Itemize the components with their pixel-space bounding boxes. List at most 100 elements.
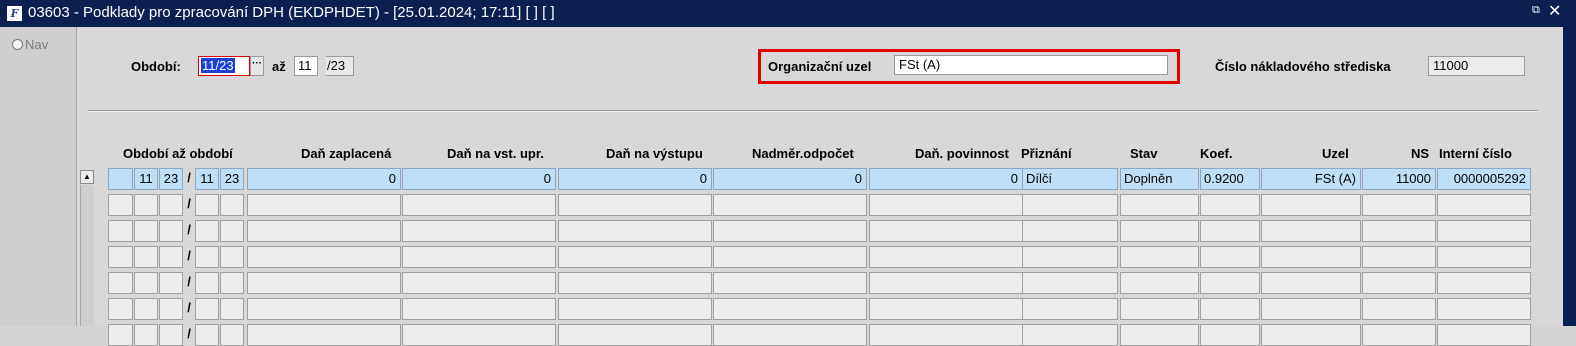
scrollbar-track[interactable] [80,185,94,326]
table-cell[interactable] [1437,220,1531,242]
table-cell[interactable] [159,272,183,294]
table-cell[interactable] [134,324,158,346]
table-cell[interactable] [558,246,712,268]
table-cell[interactable] [159,220,183,242]
table-cell[interactable] [195,246,219,268]
cell-od-mesic[interactable]: 11 [134,168,158,190]
table-cell[interactable] [402,298,556,320]
table-cell[interactable] [869,324,1023,346]
table-cell[interactable] [220,324,244,346]
table-cell[interactable] [1200,324,1260,346]
table-cell[interactable] [1120,324,1199,346]
table-cell[interactable] [1120,220,1199,242]
table-cell[interactable] [1362,220,1436,242]
table-cell[interactable] [247,298,401,320]
table-cell[interactable] [247,220,401,242]
table-cell[interactable] [1200,246,1260,268]
table-cell[interactable] [558,324,712,346]
table-cell[interactable] [1261,272,1361,294]
restore-icon[interactable]: ⧉ [1532,4,1540,17]
table-cell[interactable] [134,272,158,294]
table-cell[interactable] [1362,324,1436,346]
table-cell[interactable] [134,298,158,320]
table-cell[interactable] [159,324,183,346]
obdobi-lov-button[interactable]: ··· [250,56,264,76]
table-cell[interactable] [195,272,219,294]
table-cell[interactable] [159,246,183,268]
az-year-field[interactable]: /23 [326,56,354,76]
table-cell[interactable] [402,220,556,242]
table-cell[interactable] [1437,194,1531,216]
cell-od-rok[interactable]: 23 [159,168,183,190]
table-cell[interactable] [402,272,556,294]
table-cell[interactable] [1261,220,1361,242]
table-cell[interactable] [159,194,183,216]
table-cell[interactable] [1120,194,1199,216]
table-cell[interactable] [402,194,556,216]
nav-radio-icon[interactable] [12,39,23,50]
table-cell[interactable] [558,194,712,216]
cell-stav[interactable]: Doplněn [1120,168,1199,190]
table-cell[interactable] [247,194,401,216]
table-cell[interactable] [558,272,712,294]
table-cell[interactable] [1200,220,1260,242]
table-cell[interactable] [1120,298,1199,320]
table-cell[interactable] [1022,220,1118,242]
table-cell[interactable] [195,324,219,346]
table-cell[interactable] [713,298,867,320]
row-selector[interactable] [108,168,133,190]
table-cell[interactable] [558,220,712,242]
table-cell[interactable] [869,298,1023,320]
table-cell[interactable] [220,298,244,320]
nav-label[interactable]: Nav [25,37,48,52]
table-cell[interactable] [1261,324,1361,346]
table-cell[interactable] [1022,272,1118,294]
cell-dan-zaplacena[interactable]: 0 [247,168,401,190]
table-cell[interactable] [713,246,867,268]
scroll-up-arrow-icon[interactable]: ▲ [80,170,94,184]
cell-ns[interactable]: 11000 [1362,168,1436,190]
table-cell[interactable] [108,220,133,242]
table-cell[interactable] [1437,324,1531,346]
table-cell[interactable] [1120,272,1199,294]
cell-do-rok[interactable]: 23 [220,168,244,190]
table-cell[interactable] [159,298,183,320]
table-cell[interactable] [195,298,219,320]
cell-dan-na-vst[interactable]: 0 [402,168,556,190]
cell-koef[interactable]: 0.9200 [1200,168,1260,190]
table-cell[interactable] [558,298,712,320]
table-cell[interactable] [1200,194,1260,216]
table-cell[interactable] [402,324,556,346]
table-cell[interactable] [713,324,867,346]
table-cell[interactable] [108,298,133,320]
table-cell[interactable] [713,194,867,216]
table-cell[interactable] [220,272,244,294]
table-cell[interactable] [1022,324,1118,346]
table-cell[interactable] [869,194,1023,216]
table-cell[interactable] [247,272,401,294]
az-month-field[interactable]: 11 [294,56,318,76]
cell-do-mesic[interactable]: 11 [195,168,219,190]
table-cell[interactable] [713,272,867,294]
table-cell[interactable] [1362,272,1436,294]
table-cell[interactable] [869,220,1023,242]
table-cell[interactable] [713,220,867,242]
table-cell[interactable] [134,220,158,242]
table-cell[interactable] [402,246,556,268]
table-cell[interactable] [1437,272,1531,294]
table-cell[interactable] [1437,246,1531,268]
table-cell[interactable] [108,246,133,268]
table-cell[interactable] [1200,272,1260,294]
table-cell[interactable] [1261,194,1361,216]
table-cell[interactable] [108,272,133,294]
cell-interni-cislo[interactable]: 0000005292 [1437,168,1531,190]
cell-uzel[interactable]: FSt (A) [1261,168,1361,190]
table-cell[interactable] [108,194,133,216]
table-cell[interactable] [134,194,158,216]
table-cell[interactable] [108,324,133,346]
table-cell[interactable] [247,246,401,268]
cell-dan-povinnost[interactable]: 0 [869,168,1023,190]
table-cell[interactable] [134,246,158,268]
table-cell[interactable] [195,220,219,242]
table-cell[interactable] [1261,298,1361,320]
